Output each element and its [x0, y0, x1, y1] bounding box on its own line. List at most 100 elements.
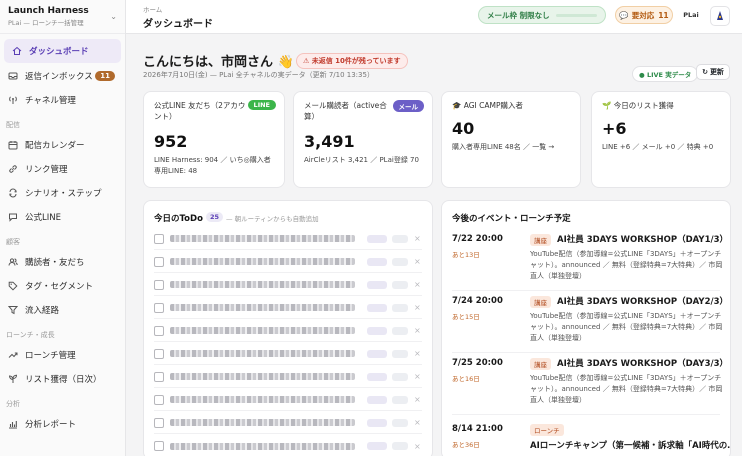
sidebar-item-label: チャネル管理 [25, 96, 76, 106]
todo-row[interactable]: × [154, 251, 422, 273]
event-type-tag: 講座 [530, 234, 551, 246]
sidebar-item-label: ローンチ管理 [25, 351, 76, 361]
close-icon[interactable]: × [414, 418, 422, 427]
inbox-count-badge: 11 [95, 71, 115, 81]
stat-sub-link[interactable]: 購入者専用LINE 48名 ／ 一覧 → [452, 142, 554, 153]
close-icon[interactable]: × [414, 442, 422, 451]
event-item[interactable]: 7/22 20:00 あと13日 講座 AI社員 3DAYS WORKSHOP（… [452, 230, 728, 291]
stat-card-daily-list[interactable]: 🌱 今日のリスト獲得 +6 LINE +6 ／ メール +0 ／ 特典 +0 [591, 91, 731, 188]
todo-checkbox[interactable] [154, 233, 164, 244]
stat-sub: LINE Harness: 904 ／ いち◎購入者 専用LINE: 48 [154, 155, 271, 176]
todo-chip [367, 418, 387, 427]
stat-sub: AirCleリスト 3,421 ／ PLai登録 70 [304, 156, 419, 164]
sidebar-item-reports[interactable]: 分析レポート [0, 412, 121, 436]
sidebar-item-tags[interactable]: タグ・セグメント [0, 274, 121, 298]
todo-row[interactable]: × [154, 412, 422, 434]
chevron-down-icon[interactable]: ⌄ [110, 12, 117, 21]
close-icon[interactable]: × [414, 257, 422, 266]
sidebar-item-dashboard[interactable]: ダッシュボード [4, 39, 121, 63]
unreplied-alert[interactable]: ⚠ 未返信 10件が残っています [296, 53, 408, 69]
wave-icon: 👋 [277, 55, 294, 70]
sidebar-item-launch[interactable]: ローンチ管理 [0, 343, 121, 367]
close-icon[interactable]: × [414, 303, 422, 312]
sprout-icon: 🌱 [602, 101, 612, 110]
mail-quota-pill[interactable]: メール枠 制限なし [478, 6, 606, 24]
unreplied-text: 未返信 10件が残っています [311, 57, 401, 65]
sidebar-item-links[interactable]: リンク管理 [0, 157, 121, 181]
event-type-tag: 講座 [530, 358, 551, 370]
todo-text-redacted [170, 419, 355, 426]
todo-text-redacted [170, 235, 355, 242]
todo-row[interactable]: × [154, 320, 422, 342]
todo-row[interactable]: × [154, 343, 422, 365]
sprout-icon [6, 374, 20, 384]
sidebar-item-label: 流入経路 [25, 306, 60, 316]
sidebar-item-list-acquisition[interactable]: リスト獲得（日次） [0, 367, 121, 391]
sidebar-section-analysis: 分析 [6, 400, 20, 408]
live-label: LIVE 実データ [646, 71, 692, 79]
sidebar-item-subscribers[interactable]: 購読者・友だち [0, 250, 121, 274]
chart-icon [6, 419, 20, 429]
close-icon[interactable]: × [414, 234, 422, 243]
sidebar-item-inbox[interactable]: 返信インボックス 11 [0, 64, 121, 88]
refresh-button[interactable]: ↻ 更新 [696, 64, 730, 80]
calendar-icon [6, 140, 20, 150]
tag-icon [6, 281, 20, 291]
brand-switcher[interactable]: Launch Harness PLai — ローンチ一括管理 ⌄ [0, 0, 125, 34]
todo-row[interactable]: × [154, 228, 422, 250]
events-title: 今後のイベント・ローンチ予定 [452, 214, 571, 224]
todo-checkbox[interactable] [154, 371, 164, 382]
todo-checkbox[interactable] [154, 279, 164, 290]
sidebar-item-calendar[interactable]: 配信カレンダー [0, 133, 121, 157]
stat-label: 公式LINE 友だち（2アカウント） [154, 101, 246, 121]
todo-row[interactable]: × [154, 274, 422, 296]
todo-row[interactable]: × [154, 366, 422, 388]
event-description: YouTube配信（参加導線=公式LINE「3DAYS」＋オープンチャット）。a… [530, 374, 723, 404]
close-icon[interactable]: × [414, 372, 422, 381]
graduation-icon: 🎓 [452, 101, 462, 110]
todo-checkbox[interactable] [154, 348, 164, 359]
funnel-icon [6, 305, 20, 315]
chat-bubble-icon: 💬 [619, 10, 629, 20]
app-logo-icon[interactable] [710, 6, 730, 26]
todo-checkbox[interactable] [154, 441, 164, 451]
todo-text-redacted [170, 396, 355, 403]
todo-checkbox[interactable] [154, 302, 164, 313]
todo-row[interactable]: × [154, 297, 422, 319]
todo-chip [392, 234, 408, 243]
trend-icon [6, 350, 20, 360]
sidebar-item-label: 配信カレンダー [25, 141, 85, 151]
close-icon[interactable]: × [414, 349, 422, 358]
sidebar-item-scenario[interactable]: シナリオ・ステップ [0, 181, 121, 205]
event-item[interactable]: 7/24 20:00 あと15日 講座 AI社員 3DAYS WORKSHOP（… [452, 292, 728, 353]
breadcrumb[interactable]: ホーム [143, 4, 162, 14]
todo-text-redacted [170, 304, 355, 311]
mail-tag: メール [392, 100, 424, 112]
stat-card-agi-camp[interactable]: 🎓 AGI CAMP購入者 40 購入者専用LINE 48名 ／ 一覧 → [441, 91, 581, 188]
event-countdown: あと13日 [452, 251, 480, 259]
todo-checkbox[interactable] [154, 417, 164, 428]
event-item[interactable]: 7/25 20:00 あと16日 講座 AI社員 3DAYS WORKSHOP（… [452, 354, 728, 415]
todo-checkbox[interactable] [154, 325, 164, 336]
org-avatar[interactable]: PLai [681, 6, 701, 24]
close-icon[interactable]: × [414, 280, 422, 289]
event-date: 8/14 21:00 [452, 424, 503, 434]
todo-checkbox[interactable] [154, 256, 164, 267]
stat-card-line[interactable]: 公式LINE 友だち（2アカウント） LINE 952 LINE Harness… [143, 91, 285, 188]
refresh-icon: ↻ [702, 68, 708, 76]
stat-sub: LINE +6 ／ メール +0 ／ 特典 +0 [602, 143, 714, 151]
sidebar-item-official-line[interactable]: 公式LINE [0, 205, 121, 229]
todo-checkbox[interactable] [154, 394, 164, 405]
needs-reply-pill[interactable]: 💬 要対応 11 [615, 6, 673, 24]
close-icon[interactable]: × [414, 326, 422, 335]
todo-row[interactable]: × [154, 389, 422, 411]
event-item[interactable]: 8/14 21:00 あと36日 ローンチ AIローンチキャンプ（第一候補・訴求… [452, 420, 730, 456]
todo-chip [392, 303, 408, 312]
stat-card-mail[interactable]: メール購読者（active合算） メール 3,491 AirCleリスト 3,4… [293, 91, 433, 188]
sidebar-item-label: シナリオ・ステップ [25, 189, 102, 199]
close-icon[interactable]: × [414, 395, 422, 404]
sidebar-item-channels[interactable]: チャネル管理 [0, 88, 121, 112]
events-card: 今後のイベント・ローンチ予定 7/22 20:00 あと13日 講座 AI社員 … [441, 200, 731, 456]
todo-row[interactable]: × [154, 435, 422, 456]
sidebar-item-sources[interactable]: 流入経路 [0, 298, 121, 322]
